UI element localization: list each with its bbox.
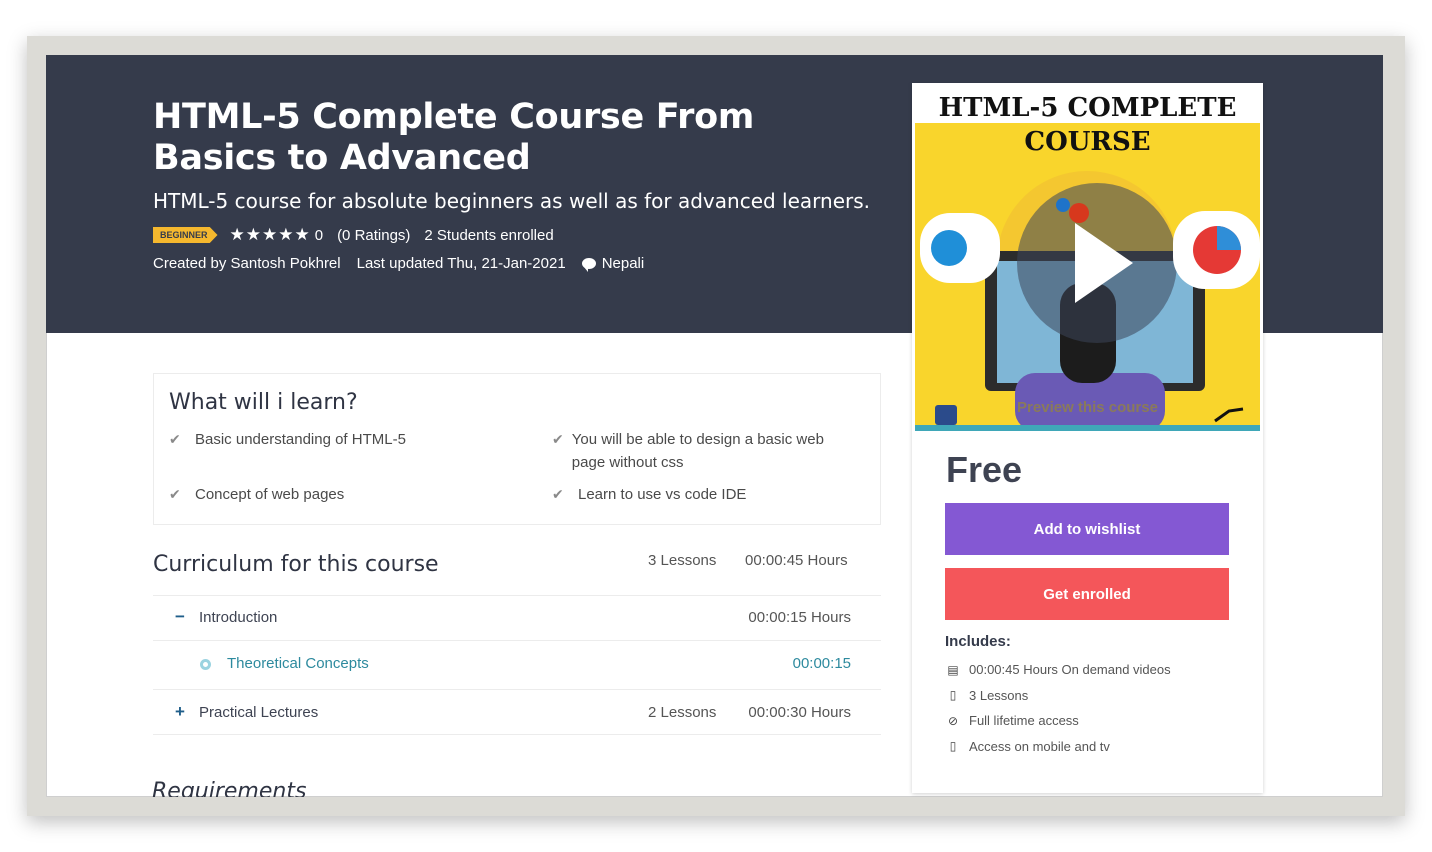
star-rating-icon: ★★★★★ [229,225,311,244]
course-title: HTML-5 Complete Course From Basics to Ad… [153,97,755,178]
last-updated: Last updated Thu, 21-Jan-2021 [356,255,566,272]
mobile-icon: ▯ [949,739,957,754]
video-file-icon: ▤ [947,662,959,677]
curriculum-title: Curriculum for this course [153,552,439,577]
thumbnail-illustration [915,159,1260,431]
rating-value: 0 [314,226,324,244]
learn-item-text: Basic understanding of HTML-5 [195,431,406,448]
desk-icon [915,425,1260,431]
lecture-link[interactable]: Theoretical Concepts [227,655,369,672]
cloud-users-icon [931,230,967,266]
students-enrolled: 2 Students enrolled [424,226,554,244]
preview-course-link[interactable]: Preview this course [915,399,1260,416]
includes-item: ▤ 00:00:45 Hours On demand videos [947,657,1171,683]
level-badge: BEGINNER [153,227,218,243]
section-label: Practical Lectures [199,704,319,721]
file-icon: ▯ [949,688,957,703]
play-circle-icon [200,659,211,670]
course-purchase-card: HTML-5 COMPLETE COURSE Preview this cour… [912,83,1263,793]
check-icon: ✔ [552,486,564,502]
ratings-count: (0 Ratings) [337,226,411,244]
get-enrolled-button[interactable]: Get enrolled [945,568,1229,620]
includes-item: ▯ 3 Lessons [947,683,1171,709]
small-gear-icon [1056,198,1070,212]
section-practical-lectures[interactable]: + Practical Lectures 2 Lessons 00:00:30 … [153,689,881,735]
learn-item: ✔ You will be able to design a basic web… [552,428,852,474]
expand-icon[interactable]: + [175,702,185,722]
learn-title: What will i learn? [169,390,358,415]
lifetime-icon: ⊘ [947,713,959,728]
learn-item-text: Concept of web pages [195,486,345,503]
requirements-title: Requirements [152,779,307,797]
speech-bubble-icon [581,258,596,272]
includes-item-text: 00:00:45 Hours On demand videos [969,662,1171,678]
learn-item-text: You will be able to design a basic web p… [571,431,824,471]
curriculum-lessons: 3 Lessons [648,552,717,569]
learn-item-text: Learn to use vs code IDE [578,486,747,503]
section-hours: 00:00:15 Hours [748,609,851,626]
includes-list: ▤ 00:00:45 Hours On demand videos ▯ 3 Le… [947,657,1171,760]
lecture-duration: 00:00:15 [792,655,851,672]
course-language: Nepali [601,255,645,272]
course-price: Free [946,449,1023,490]
course-page: HTML-5 Complete Course From Basics to Ad… [46,55,1383,797]
check-icon: ✔ [169,486,181,502]
created-by: Created by Santosh Pokhrel [153,255,341,272]
curriculum-hours: 00:00:45 Hours [745,552,848,569]
add-to-wishlist-button[interactable]: Add to wishlist [945,503,1229,555]
includes-item-text: Full lifetime access [969,713,1079,729]
includes-item-text: 3 Lessons [969,687,1029,703]
course-subtitle: HTML-5 course for absolute beginners as … [153,189,871,213]
learn-item: ✔ Basic understanding of HTML-5 [169,428,529,451]
section-introduction[interactable]: − Introduction 00:00:15 Hours [153,595,881,640]
learn-box: What will i learn? ✔ Basic understanding… [153,373,881,525]
course-meta-row: Created by Santosh Pokhrel Last updated … [153,255,660,272]
collapse-icon[interactable]: − [175,607,185,627]
section-lessons: 2 Lessons [648,704,717,721]
gear-icon [1069,203,1089,223]
learn-item: ✔ Concept of web pages [169,483,529,506]
includes-title: Includes: [945,633,1011,650]
includes-item: ▯ Access on mobile and tv [947,734,1171,760]
course-thumbnail[interactable]: HTML-5 COMPLETE COURSE Preview this cour… [915,83,1260,431]
section-label: Introduction [199,609,278,626]
lecture-row[interactable]: Theoretical Concepts 00:00:15 [153,640,881,689]
includes-item: ⊘ Full lifetime access [947,708,1171,734]
check-icon: ✔ [552,431,564,447]
section-hours: 00:00:30 Hours [748,704,851,721]
includes-item-text: Access on mobile and tv [969,738,1110,754]
learn-item: ✔ Learn to use vs code IDE [552,483,852,506]
rating-row: BEGINNER ★★★★★ 0 (0 Ratings) 2 Students … [153,225,568,245]
check-icon: ✔ [169,431,181,447]
